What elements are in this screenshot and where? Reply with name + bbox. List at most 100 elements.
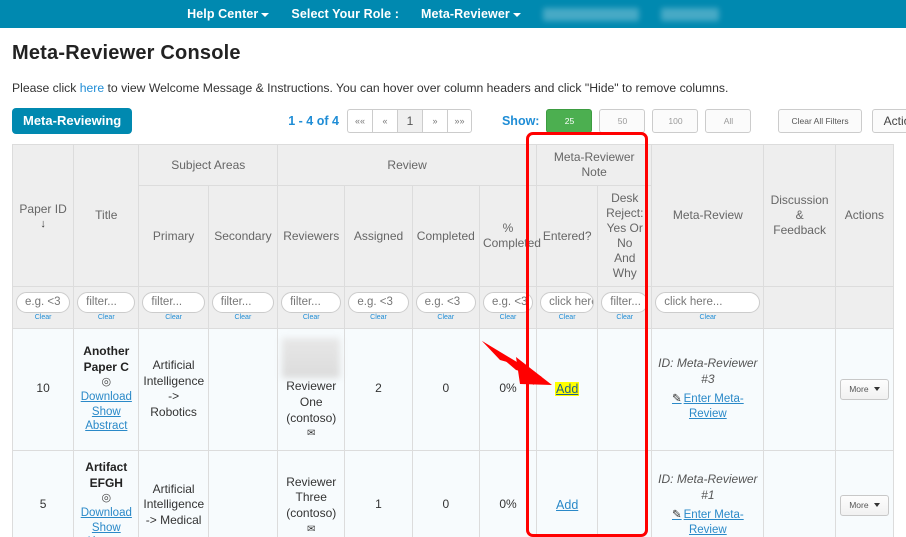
- cell-paper-id: 5: [11, 449, 75, 537]
- group-header-subject-areas: Subject Areas: [138, 144, 279, 186]
- envelope-icon[interactable]: ✉: [282, 427, 340, 440]
- filter-paper-id-input[interactable]: e.g. <3: [16, 292, 71, 313]
- next-page-button[interactable]: »: [421, 109, 447, 133]
- enter-meta-review-link[interactable]: ✎ Enter Meta-Review: [656, 508, 759, 537]
- filter-meta-review-clear[interactable]: Clear: [655, 314, 760, 323]
- col-header-desk-reject[interactable]: Desk Reject: Yes Or No And Why: [597, 185, 653, 287]
- filter-assigned-input[interactable]: e.g. <3: [348, 292, 409, 313]
- filter-desk-reject-input[interactable]: filter...: [601, 292, 649, 313]
- show-abstract-link[interactable]: Show Abstract: [78, 405, 134, 435]
- filter-assigned-clear[interactable]: Clear: [348, 314, 408, 323]
- cell-primary-subject: Artificial Intelligence -> Medical: [138, 449, 209, 537]
- filter-cell-primary: filter... Clear: [138, 286, 209, 329]
- col-header-completed[interactable]: Completed: [411, 185, 480, 287]
- nav-help-center[interactable]: Help Center: [187, 7, 270, 21]
- filter-primary-input[interactable]: filter...: [142, 292, 205, 313]
- filter-cell-completed: e.g. <3 Clear: [411, 286, 480, 329]
- chevron-down-icon: [873, 387, 880, 392]
- show-all-button[interactable]: All: [705, 109, 752, 133]
- add-meta-reviewer-note-link[interactable]: Add: [556, 498, 578, 512]
- show-25-button[interactable]: 25: [546, 109, 593, 133]
- col-header-paper-id[interactable]: Paper ID ↓: [11, 144, 75, 287]
- filter-meta-review-input[interactable]: click here...: [655, 292, 761, 313]
- group-header-meta-reviewer-note: Meta-Reviewer Note: [536, 144, 653, 186]
- filter-cell-desk-reject: filter... Clear: [597, 286, 653, 329]
- download-link[interactable]: Download: [78, 506, 134, 521]
- more-button[interactable]: More: [840, 494, 889, 516]
- reviewer-name: Reviewer One: [286, 379, 337, 409]
- redacted-user-name[interactable]: [542, 7, 639, 21]
- show-100-button[interactable]: 100: [652, 109, 699, 133]
- redacted-reviewer-info: [282, 338, 341, 379]
- cell-title: Artifact EFGH ◎ Download Show Abstract: [73, 449, 140, 537]
- more-button[interactable]: More: [840, 378, 889, 400]
- enter-meta-review-link[interactable]: ✎ Enter Meta-Review: [656, 392, 759, 422]
- table-row: 10 Another Paper C ◎ Download Show Abstr…: [11, 327, 895, 451]
- filter-entered-clear[interactable]: Clear: [540, 314, 594, 323]
- col-header-secondary[interactable]: Secondary: [207, 185, 279, 287]
- col-header-title[interactable]: Title: [73, 144, 140, 287]
- instructions-here-link[interactable]: here: [80, 81, 104, 95]
- col-header-discussion-feedback[interactable]: Discussion & Feedback: [763, 144, 836, 287]
- filter-title-clear[interactable]: Clear: [77, 314, 135, 323]
- nav-role-meta-reviewer[interactable]: Meta-Reviewer: [421, 7, 521, 21]
- col-header-paper-id-label: Paper ID: [19, 201, 67, 216]
- col-header-assigned[interactable]: Assigned: [344, 185, 413, 287]
- show-50-button[interactable]: 50: [599, 109, 646, 133]
- chevron-down-icon: [512, 13, 521, 17]
- filter-completed-clear[interactable]: Clear: [416, 314, 476, 323]
- actions-button[interactable]: Actions: [871, 109, 906, 133]
- page-1-button[interactable]: 1: [396, 109, 422, 133]
- group-header-review: Review: [277, 144, 538, 186]
- filter-cell-actions: [834, 286, 895, 329]
- reviewer-org: (contoso): [286, 506, 337, 521]
- download-link[interactable]: Download: [78, 390, 134, 405]
- envelope-icon[interactable]: ✉: [282, 523, 340, 536]
- filter-entered-input[interactable]: click here...: [540, 292, 595, 313]
- col-header-actions[interactable]: Actions: [834, 144, 895, 287]
- show-abstract-link[interactable]: Show Abstract: [78, 521, 134, 537]
- filter-cell-entered: click here... Clear: [536, 286, 599, 329]
- cell-completed: 0: [411, 327, 480, 451]
- enter-meta-review-label: Enter Meta-Review: [683, 509, 744, 537]
- filter-reviewers-clear[interactable]: Clear: [281, 314, 341, 323]
- cell-discussion-feedback: [763, 449, 836, 537]
- redacted-sign-out[interactable]: [660, 7, 719, 21]
- instructions-prefix: Please click: [12, 81, 80, 95]
- nav-role-label: Meta-Reviewer: [421, 7, 510, 21]
- cell-assigned: 1: [344, 449, 413, 537]
- col-header-entered[interactable]: Entered?: [536, 185, 599, 287]
- clock-icon: ◎: [101, 492, 112, 505]
- tab-meta-reviewing[interactable]: Meta-Reviewing: [12, 108, 133, 134]
- sort-desc-icon[interactable]: ↓: [16, 218, 70, 230]
- filter-title-input[interactable]: filter...: [77, 292, 136, 313]
- more-button-label: More: [849, 499, 869, 510]
- papers-table-wrapper: Paper ID ↓ Title Subject Areas Review Me…: [11, 144, 895, 537]
- add-meta-reviewer-note-link[interactable]: Add: [555, 381, 580, 396]
- clear-all-filters-button[interactable]: Clear All Filters: [778, 109, 862, 133]
- cell-pct-completed: 0%: [478, 327, 538, 451]
- filter-paper-id-clear[interactable]: Clear: [16, 314, 70, 323]
- cell-discussion-feedback: [763, 327, 836, 451]
- last-page-button[interactable]: »»: [446, 109, 472, 133]
- rows-per-page-control: Show: 25 50 100 All: [502, 109, 752, 133]
- col-header-meta-review[interactable]: Meta-Review: [651, 144, 765, 287]
- more-button-label: More: [849, 383, 869, 394]
- col-header-primary[interactable]: Primary: [138, 185, 209, 287]
- filter-pct-completed-clear[interactable]: Clear: [483, 314, 533, 323]
- filter-primary-clear[interactable]: Clear: [142, 314, 204, 323]
- col-header-reviewers[interactable]: Reviewers: [277, 185, 346, 287]
- filter-reviewers-input[interactable]: filter...: [281, 292, 342, 313]
- col-header-pct-completed[interactable]: % Completed: [478, 185, 541, 287]
- filter-completed-input[interactable]: e.g. <3: [415, 292, 476, 313]
- filter-secondary-clear[interactable]: Clear: [212, 314, 274, 323]
- filter-pct-completed-input[interactable]: e.g. <3: [482, 292, 534, 313]
- prev-page-button[interactable]: «: [371, 109, 397, 133]
- pencil-icon: ✎: [671, 393, 682, 406]
- filter-secondary-input[interactable]: filter...: [211, 292, 275, 313]
- table-filter-row: e.g. <3 Clear filter... Clear filter... …: [11, 286, 895, 329]
- filter-desk-reject-clear[interactable]: Clear: [601, 314, 648, 323]
- filter-cell-discussion: [763, 286, 836, 329]
- first-page-button[interactable]: ««: [346, 109, 372, 133]
- nav-select-your-role: Select Your Role :: [291, 7, 399, 21]
